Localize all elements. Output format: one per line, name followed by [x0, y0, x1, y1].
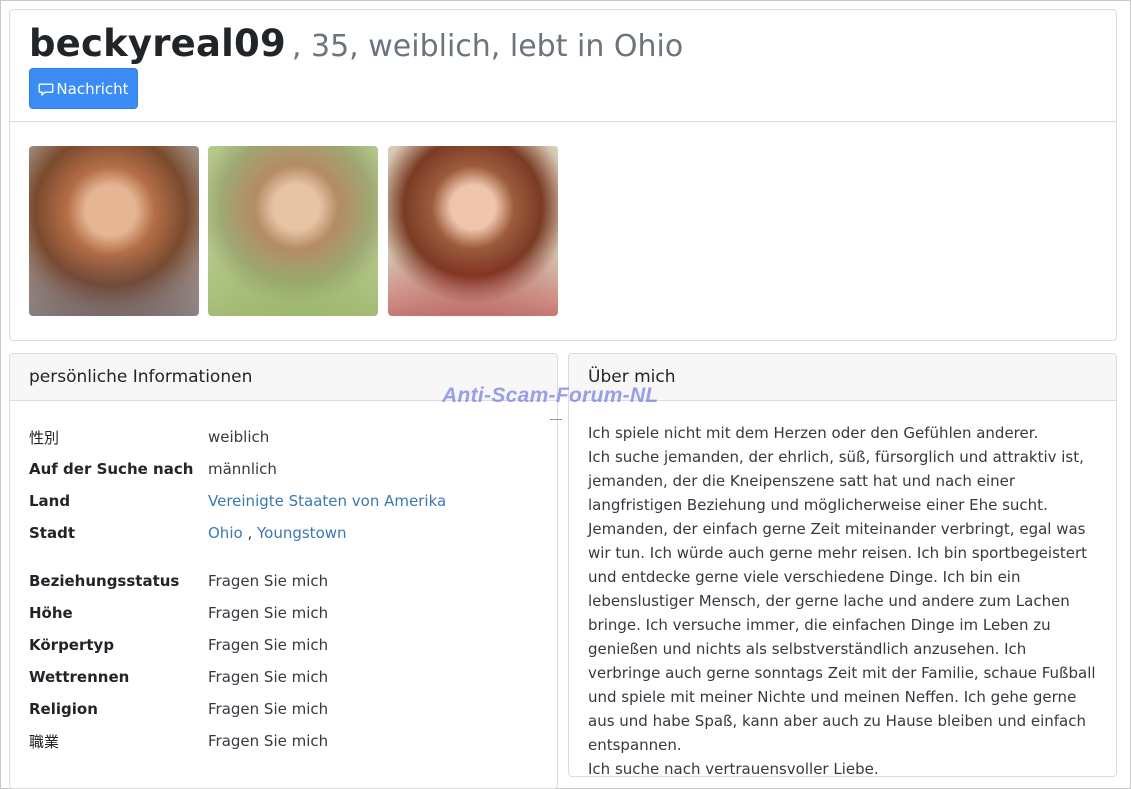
watermark-text: Anti-Scam-Forum-NL [442, 384, 659, 407]
state-link[interactable]: Ohio [208, 524, 243, 542]
message-button[interactable]: Nachricht [29, 68, 138, 109]
info-row-bodytype: Körpertyp Fragen Sie mich [29, 629, 539, 661]
religion-value: Fragen Sie mich [208, 700, 329, 718]
about-me-text: Ich spiele nicht mit dem Herzen oder den… [588, 421, 1098, 777]
profile-subtitle: , 35, weiblich, lebt in Ohio [291, 29, 684, 64]
bodytype-value: Fragen Sie mich [208, 636, 329, 654]
country-link[interactable]: Vereinigte Staaten von Amerika [208, 492, 446, 510]
info-row-religion: Religion Fragen Sie mich [29, 693, 539, 725]
info-row-occupation: 職業 Fragen Sie mich [29, 725, 539, 757]
religion-label: Religion [29, 700, 98, 718]
country-label: Land [29, 492, 71, 510]
page-frame: beckyreal09, 35, weiblich, lebt in Ohio … [0, 0, 1131, 789]
height-value: Fragen Sie mich [208, 604, 329, 622]
race-label: Wettrennen [29, 668, 130, 686]
about-me-card: Über mich Ich spiele nicht mit dem Herze… [568, 353, 1117, 777]
info-row-country: Land Vereinigte Staaten von Amerika [29, 485, 539, 517]
about-body: Ich suche jemanden, der ehrlich, süß, fü… [588, 448, 1096, 754]
info-row-relationship: Beziehungsstatus Fragen Sie mich [29, 565, 539, 597]
seeking-label: Auf der Suche nach [29, 460, 194, 478]
occupation-label: 職業 [29, 732, 60, 751]
personal-info-table: 性別 weiblich Auf der Suche nach männlich … [29, 421, 539, 757]
info-row-race: Wettrennen Fragen Sie mich [29, 661, 539, 693]
race-value: Fragen Sie mich [208, 668, 329, 686]
gender-label: 性別 [29, 428, 60, 447]
about-last-line: Ich suche nach vertrauensvoller Liebe. [588, 760, 879, 777]
relationship-label: Beziehungsstatus [29, 572, 180, 590]
gender-value: weiblich [208, 428, 270, 446]
city-label: Stadt [29, 524, 76, 542]
city-link[interactable]: Youngstown [257, 524, 347, 542]
profile-title: beckyreal09, 35, weiblich, lebt in Ohio [29, 22, 683, 65]
personal-info-card: persönliche Informationen 性別 weiblich Au… [9, 353, 558, 789]
bodytype-label: Körpertyp [29, 636, 115, 654]
info-row-gender: 性別 weiblich [29, 421, 539, 453]
about-first-line: Ich spiele nicht mit dem Herzen oder den… [588, 424, 1039, 442]
occupation-value: Fragen Sie mich [208, 732, 329, 750]
height-label: Höhe [29, 604, 73, 622]
username: beckyreal09 [29, 22, 286, 65]
seeking-value: männlich [208, 460, 277, 478]
info-row-height: Höhe Fragen Sie mich [29, 597, 539, 629]
profile-header-card: beckyreal09, 35, weiblich, lebt in Ohio … [9, 9, 1117, 341]
chat-bubble-icon [38, 81, 54, 97]
stray-dash [550, 419, 562, 420]
profile-photo-1[interactable] [29, 146, 199, 316]
info-row-seeking: Auf der Suche nach männlich [29, 453, 539, 485]
header-divider [10, 121, 1116, 122]
relationship-value: Fragen Sie mich [208, 572, 329, 590]
info-row-city: Stadt Ohio , Youngstown [29, 517, 539, 549]
profile-photo-3[interactable] [388, 146, 558, 316]
message-button-label: Nachricht [56, 79, 129, 98]
city-separator: , [242, 524, 257, 542]
profile-photo-2[interactable] [208, 146, 378, 316]
